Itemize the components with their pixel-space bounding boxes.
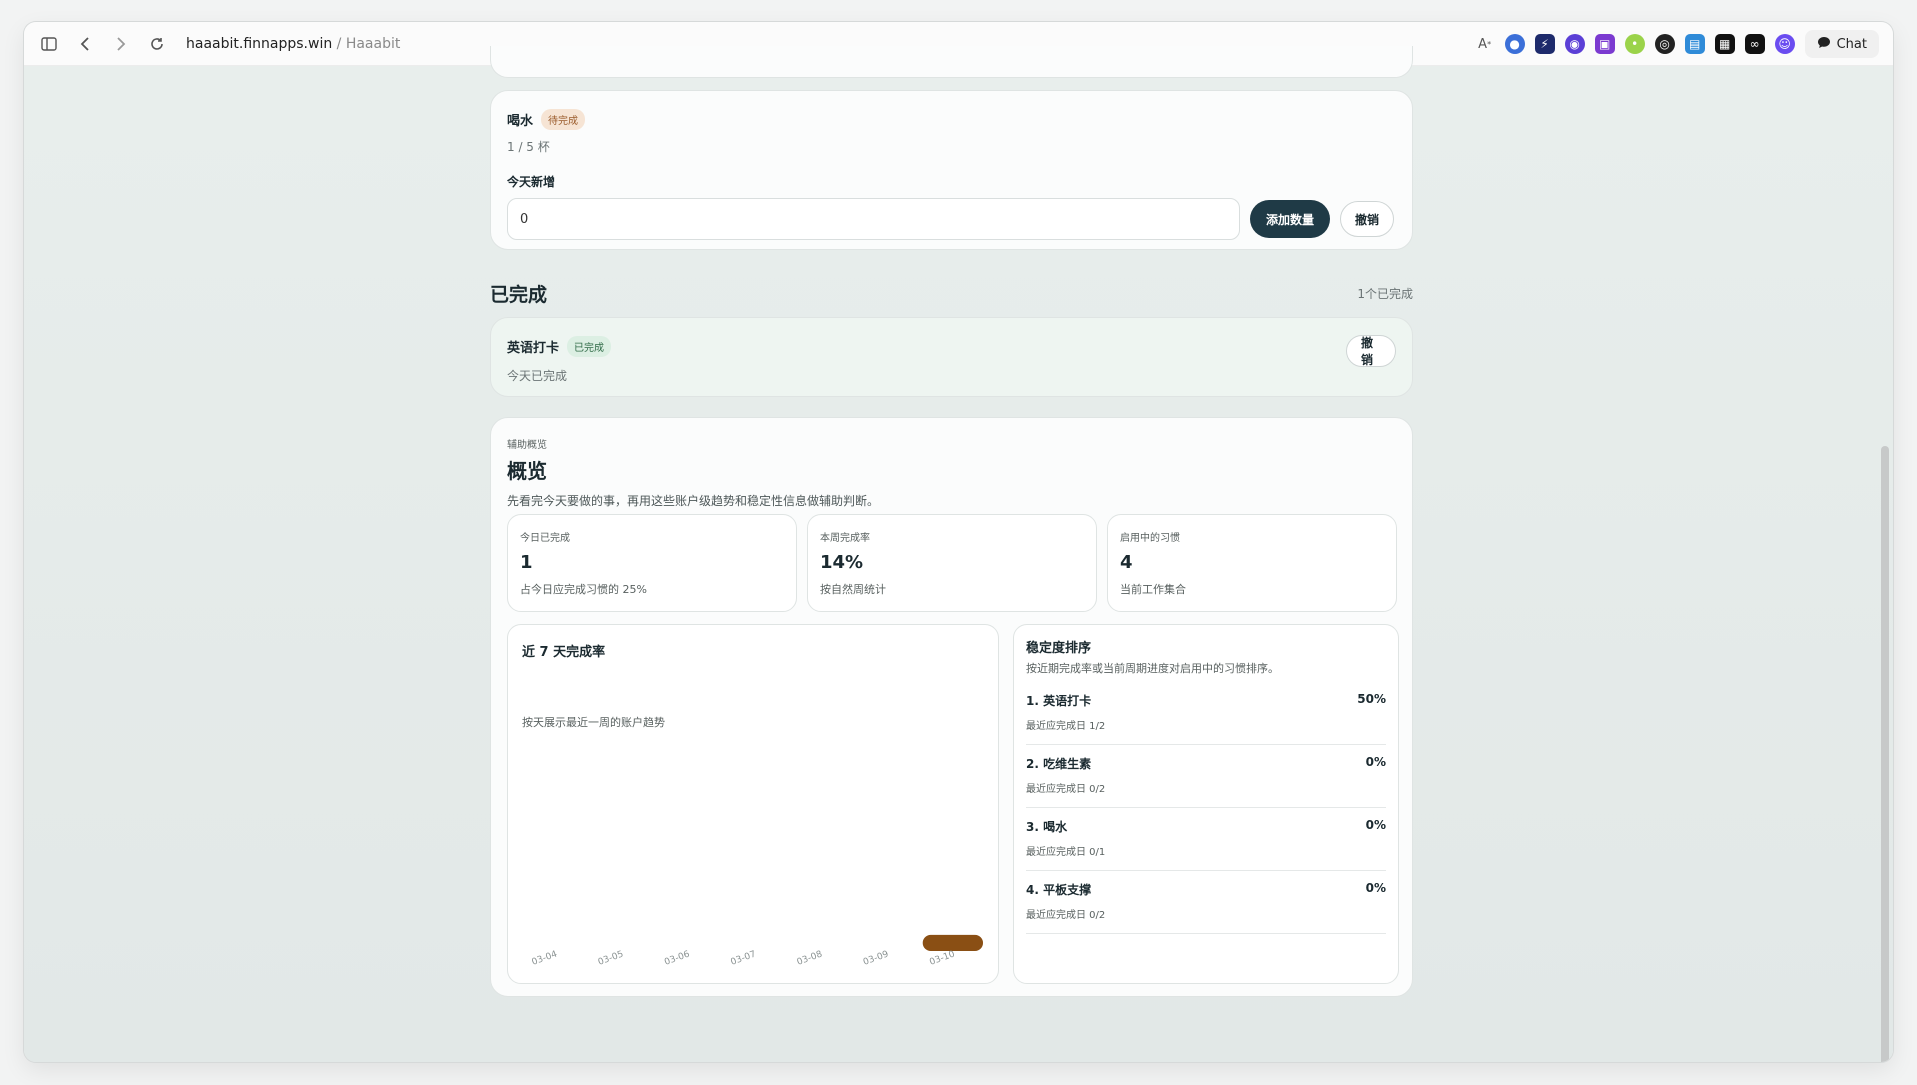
rank-name: 3. 喝水 bbox=[1026, 820, 1068, 834]
reload-icon[interactable] bbox=[146, 33, 168, 55]
stat-note: 按自然周统计 bbox=[820, 583, 886, 596]
ranking-panel: 稳定度排序 按近期完成率或当前周期进度对启用中的习惯排序。 1. 英语打卡 最近… bbox=[1013, 624, 1399, 984]
ranking-list: 1. 英语打卡 最近应完成日 1/2 50% 2. 吃维生素 最近应完成日 0/… bbox=[1026, 682, 1386, 934]
extension-link-icon[interactable]: ∞ bbox=[1744, 34, 1765, 54]
chat-bubble-icon bbox=[1817, 36, 1831, 53]
rank-name: 4. 平板支撑 bbox=[1026, 883, 1092, 897]
rank-percent: 0% bbox=[1365, 755, 1386, 769]
chart-tick-label: 03-07 bbox=[729, 949, 757, 967]
completed-section-title: 已完成 bbox=[490, 283, 548, 306]
list-item: 4. 平板支撑 最近应完成日 0/2 0% bbox=[1026, 871, 1386, 934]
extension-pin-icon[interactable]: • bbox=[1624, 34, 1645, 54]
extension-grid-icon[interactable]: ▦ bbox=[1714, 34, 1735, 54]
back-arrow-icon[interactable] bbox=[74, 33, 96, 55]
chart-tick-label: 03-08 bbox=[796, 949, 824, 967]
extension-chat-icon[interactable]: ▣ bbox=[1594, 34, 1615, 54]
amount-input[interactable]: 0 bbox=[507, 198, 1240, 240]
list-item: 1. 英语打卡 最近应完成日 1/2 50% bbox=[1026, 682, 1386, 745]
rank-name: 1. 英语打卡 bbox=[1026, 694, 1092, 708]
extension-bolt-icon[interactable]: ⚡ bbox=[1534, 34, 1555, 54]
undo-button[interactable]: 撤销 bbox=[1340, 201, 1394, 237]
previous-card-edge bbox=[490, 46, 1413, 78]
overview-description: 先看完今天要做的事，再用这些账户级趋势和稳定性信息做辅助判断。 bbox=[507, 494, 880, 508]
rank-detail: 最近应完成日 0/1 bbox=[1026, 847, 1106, 858]
completed-section-header: 已完成 1个已完成 bbox=[490, 280, 1413, 306]
ranking-title: 稳定度排序 bbox=[1026, 641, 1092, 656]
add-amount-label: 今天新增 bbox=[507, 175, 556, 189]
status-badge: 待完成 bbox=[541, 109, 586, 130]
list-item: 2. 吃维生素 最近应完成日 0/2 0% bbox=[1026, 745, 1386, 808]
habit-progress: 1 / 5 杯 bbox=[507, 140, 550, 154]
chat-label: Chat bbox=[1836, 36, 1867, 52]
habit-name: 喝水 bbox=[507, 114, 534, 129]
stat-card-active: 启用中的习惯 4 当前工作集合 bbox=[1107, 514, 1397, 612]
stat-value: 1 bbox=[520, 552, 533, 573]
completed-count: 1个已完成 bbox=[1357, 286, 1413, 301]
list-item: 3. 喝水 最近应完成日 0/1 0% bbox=[1026, 808, 1386, 871]
stat-value: 14% bbox=[820, 552, 864, 573]
rank-percent: 0% bbox=[1365, 881, 1386, 895]
extension-globe-icon[interactable]: ◎ bbox=[1654, 34, 1675, 54]
trend-chart: 03-04 03-05 03-06 03-07 03-08 03-09 03-10 bbox=[531, 934, 983, 968]
extension-face-icon[interactable]: ☺ bbox=[1774, 34, 1795, 54]
ranking-subtitle: 按近期完成率或当前周期进度对启用中的习惯排序。 bbox=[1026, 662, 1279, 675]
rank-percent: 0% bbox=[1365, 818, 1386, 832]
completed-habit-card: 英语打卡 已完成 今天已完成 撤销 bbox=[490, 317, 1413, 397]
chat-button[interactable]: Chat bbox=[1804, 30, 1879, 58]
page-scrollbar[interactable] bbox=[1881, 446, 1889, 1062]
pending-habit-card: 喝水 待完成 1 / 5 杯 今天新增 0 添加数量 撤销 bbox=[490, 90, 1413, 250]
stat-note: 占今日应完成习惯的 25% bbox=[520, 583, 647, 596]
stat-label: 今日已完成 bbox=[520, 533, 570, 544]
stat-card-today: 今日已完成 1 占今日应完成习惯的 25% bbox=[507, 514, 797, 612]
add-amount-button[interactable]: 添加数量 bbox=[1250, 200, 1330, 238]
forward-arrow-icon[interactable] bbox=[110, 33, 132, 55]
extension-tab-icon[interactable]: ▤ bbox=[1684, 34, 1705, 54]
rank-detail: 最近应完成日 1/2 bbox=[1026, 721, 1106, 732]
overview-card: 辅助概览 概览 先看完今天要做的事，再用这些账户级趋势和稳定性信息做辅助判断。 … bbox=[490, 417, 1413, 997]
stat-card-week: 本周完成率 14% 按自然周统计 bbox=[807, 514, 1097, 612]
extension-circle-icon[interactable]: ◉ bbox=[1564, 34, 1585, 54]
rank-detail: 最近应完成日 0/2 bbox=[1026, 910, 1106, 921]
url-page-title: Haaabit bbox=[345, 35, 401, 52]
sidebar-toggle-icon[interactable] bbox=[38, 33, 60, 55]
overview-title: 概览 bbox=[507, 459, 547, 483]
trend-panel: 近 7 天完成率 按天展示最近一周的账户趋势 03-04 03-05 03-06 03… bbox=[507, 624, 999, 984]
translate-icon[interactable]: A * bbox=[1475, 34, 1495, 54]
chart-tick-label: 03-09 bbox=[862, 949, 890, 967]
chart-tick-label: 03-05 bbox=[597, 949, 625, 967]
rank-detail: 最近应完成日 0/2 bbox=[1026, 784, 1106, 795]
rank-percent: 50% bbox=[1357, 692, 1386, 706]
chart-bar-03-10 bbox=[922, 934, 983, 951]
url-separator: / bbox=[332, 35, 346, 52]
stat-note: 当前工作集合 bbox=[1120, 583, 1186, 596]
stat-value: 4 bbox=[1120, 552, 1133, 573]
overview-eyebrow: 辅助概览 bbox=[507, 440, 547, 451]
chart-tick-label: 03-04 bbox=[531, 949, 559, 967]
rank-name: 2. 吃维生素 bbox=[1026, 757, 1092, 771]
extensions-row: A * ● ⚡ ◉ ▣ • ◎ ▤ ▦ ∞ ☺ Chat bbox=[1475, 30, 1879, 58]
browser-window: haaabit.finnapps.win / Haaabit A * ● ⚡ ◉ … bbox=[24, 22, 1893, 1062]
extension-key-icon[interactable]: ● bbox=[1504, 34, 1525, 54]
habit-status: 今天已完成 bbox=[507, 369, 568, 383]
chart-tick-label: 03-06 bbox=[663, 949, 691, 967]
chart-tick-label: 03-10 bbox=[928, 949, 956, 967]
habit-name: 英语打卡 bbox=[507, 341, 560, 356]
stat-label: 本周完成率 bbox=[820, 533, 870, 544]
status-badge: 已完成 bbox=[567, 336, 612, 357]
stat-label: 启用中的习惯 bbox=[1120, 533, 1180, 544]
undo-button[interactable]: 撤销 bbox=[1346, 335, 1396, 367]
page-content: 喝水 待完成 1 / 5 杯 今天新增 0 添加数量 撤销 已完成 1个已完成 … bbox=[24, 46, 1893, 1062]
address-bar[interactable]: haaabit.finnapps.win / Haaabit bbox=[186, 36, 400, 52]
url-host: haaabit.finnapps.win bbox=[186, 35, 333, 52]
